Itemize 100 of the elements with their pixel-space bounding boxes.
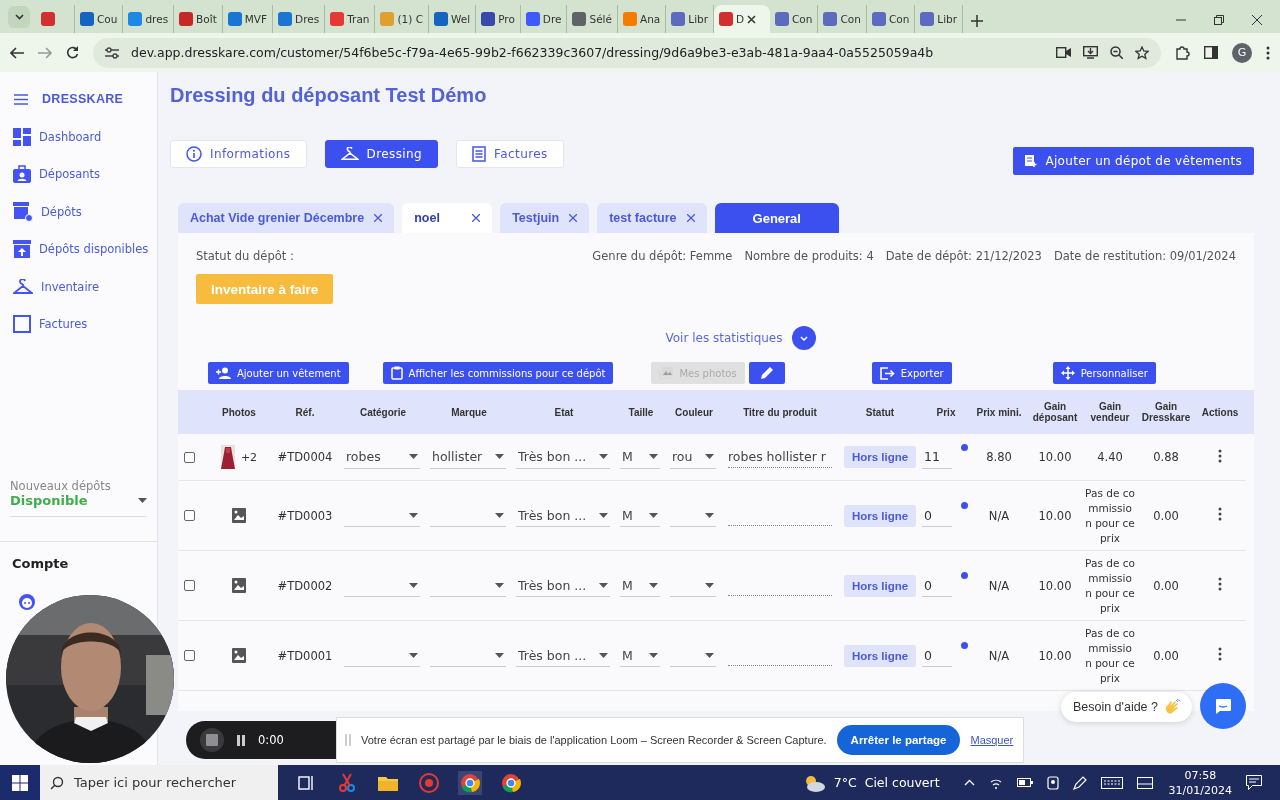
back-icon[interactable]: [10, 46, 24, 59]
menu-icon[interactable]: [14, 93, 28, 105]
sidebar-item[interactable]: Factures: [0, 305, 157, 343]
site-settings-icon[interactable]: [105, 46, 119, 59]
archive-upload-icon: [13, 240, 31, 259]
general-tab[interactable]: General: [714, 203, 839, 233]
size-select[interactable]: M: [620, 445, 660, 469]
close-icon[interactable]: [472, 214, 481, 222]
toolbar-button[interactable]: Ajouter un vêtement: [208, 362, 349, 384]
reload-icon[interactable]: [66, 46, 79, 59]
edit-button[interactable]: [748, 362, 785, 384]
chat-button[interactable]: [1200, 683, 1246, 729]
caret-icon: [649, 582, 658, 588]
clock[interactable]: 07:58 31/01/2024: [1168, 767, 1232, 798]
page-title: Dressing du déposant Test Démo: [170, 84, 488, 107]
brand-select[interactable]: hollister: [430, 445, 506, 469]
reference-cell: #TD0004: [277, 450, 333, 464]
category-select[interactable]: robes: [344, 445, 420, 469]
photos-icon: [659, 367, 674, 379]
add-deposit-button[interactable]: Ajouter un dépot de vêtements: [1013, 147, 1254, 175]
stats-link[interactable]: Voir les statistiques: [665, 331, 783, 345]
record-icon[interactable]: [417, 770, 441, 795]
size-select[interactable]: M: [620, 504, 660, 527]
condition-select[interactable]: Très bon ...: [516, 445, 610, 469]
price-field[interactable]: 0: [922, 644, 952, 667]
pen-icon[interactable]: [1072, 775, 1087, 790]
deposit-tab[interactable]: noel: [402, 203, 493, 233]
caret-icon: [495, 454, 504, 459]
sidebar-item[interactable]: Dépôts disponibles: [0, 230, 157, 268]
start-button[interactable]: [0, 765, 40, 800]
info-icon[interactable]: [961, 443, 968, 451]
toolbar-button[interactable]: Personnaliser: [1052, 362, 1156, 384]
browser-tab[interactable]: D: [714, 5, 771, 33]
size-select[interactable]: M: [620, 644, 660, 667]
column-header: Catégorie: [358, 406, 408, 418]
status-tag: Hors ligne: [843, 504, 917, 527]
price-field[interactable]: 0: [922, 574, 952, 597]
toolbar-button[interactable]: Exporter: [871, 362, 952, 384]
condition-select[interactable]: Très bon ...: [516, 504, 610, 527]
camera-icon[interactable]: [1046, 775, 1059, 790]
zoom-icon[interactable]: [1110, 46, 1123, 59]
title-field[interactable]: robes hollister r: [728, 446, 832, 468]
restore-icon[interactable]: [1214, 15, 1224, 25]
new-tab-icon[interactable]: [971, 15, 984, 27]
view-tab[interactable]: Factures: [456, 140, 564, 168]
forward-icon[interactable]: [38, 46, 52, 59]
deposit-tab[interactable]: test facture: [597, 203, 707, 233]
view-tab[interactable]: Informations: [170, 140, 307, 168]
info-icon[interactable]: [961, 642, 968, 649]
browser-icon[interactable]: [458, 770, 482, 795]
battery-icon[interactable]: [1016, 778, 1033, 787]
row-checkbox[interactable]: [184, 650, 195, 661]
pause-icon[interactable]: [236, 734, 246, 746]
keyboard-icon[interactable]: [1100, 776, 1123, 789]
menu-icon[interactable]: [1266, 45, 1270, 60]
drag-handle-icon[interactable]: [345, 734, 351, 746]
new-deposits-select[interactable]: Nouveaux dépôts Disponible: [10, 479, 147, 517]
price-field[interactable]: 0: [922, 504, 952, 527]
stop-sharing-button[interactable]: Arrêter le partage: [836, 725, 961, 755]
close-icon[interactable]: [747, 14, 757, 24]
row-checkbox[interactable]: [184, 451, 195, 463]
notification-icon[interactable]: [1246, 775, 1262, 790]
size-select[interactable]: M: [620, 574, 660, 597]
view-tab[interactable]: Dressing: [324, 140, 439, 168]
row-checkbox[interactable]: [184, 510, 195, 521]
deposit-tab[interactable]: Achat Vide grenier Décembre: [178, 203, 395, 233]
sidebar-item[interactable]: Dépôts: [0, 193, 157, 231]
deposit-tab[interactable]: Testjuin: [500, 203, 590, 233]
sidebar-item[interactable]: Inventaire: [0, 268, 157, 306]
help-bubble[interactable]: Besoin d'aide ?: [1060, 692, 1192, 722]
profile-avatar[interactable]: G: [1232, 42, 1252, 63]
support-agent-icon[interactable]: [18, 593, 36, 611]
condition-select[interactable]: Très bon ...: [516, 574, 610, 597]
address-bar[interactable]: dev.app.dresskare.com/customer/54f6be5c-f79a-4e65-99b2-f662339c3607/dressing/9d6a9be3-e3ab-481a-9aa4-0a5525059a4b: [93, 37, 1161, 68]
toolbar-button[interactable]: Afficher les commissions pour ce dépôt: [382, 362, 614, 384]
depositor-gain-cell: 10.00: [1038, 450, 1072, 464]
display-icon[interactable]: [1136, 776, 1153, 789]
stop-icon[interactable]: [200, 728, 224, 752]
side-panel-icon[interactable]: [1204, 46, 1218, 59]
install-app-icon[interactable]: [1083, 46, 1098, 59]
info-icon[interactable]: [961, 572, 968, 579]
info-icon[interactable]: [961, 502, 968, 509]
extensions-icon[interactable]: [1175, 45, 1190, 60]
deposit-info: Date de dépôt: 21/12/2023: [885, 249, 1042, 263]
waving-hand-icon: [1164, 699, 1180, 715]
price-field[interactable]: 11: [922, 445, 952, 469]
row-checkbox[interactable]: [184, 580, 195, 591]
colour-select[interactable]: rou: [670, 445, 716, 469]
hide-link[interactable]: Masquer: [970, 734, 1014, 746]
star-icon[interactable]: [1135, 45, 1149, 60]
sidebar-item[interactable]: Déposants: [0, 155, 157, 193]
close-icon[interactable]: [1252, 15, 1262, 25]
expand-button[interactable]: [792, 326, 817, 350]
tab-search-button[interactable]: [8, 6, 30, 28]
camera-icon[interactable]: [1056, 47, 1071, 58]
brand-name: DRESSKARE: [42, 92, 124, 106]
chevron-up-icon[interactable]: [963, 779, 975, 786]
condition-select[interactable]: Très bon ...: [516, 644, 610, 667]
sidebar-item[interactable]: Dashboard: [0, 118, 157, 156]
taskbar-search-field[interactable]: Taper ici pour rechercher: [40, 765, 278, 800]
